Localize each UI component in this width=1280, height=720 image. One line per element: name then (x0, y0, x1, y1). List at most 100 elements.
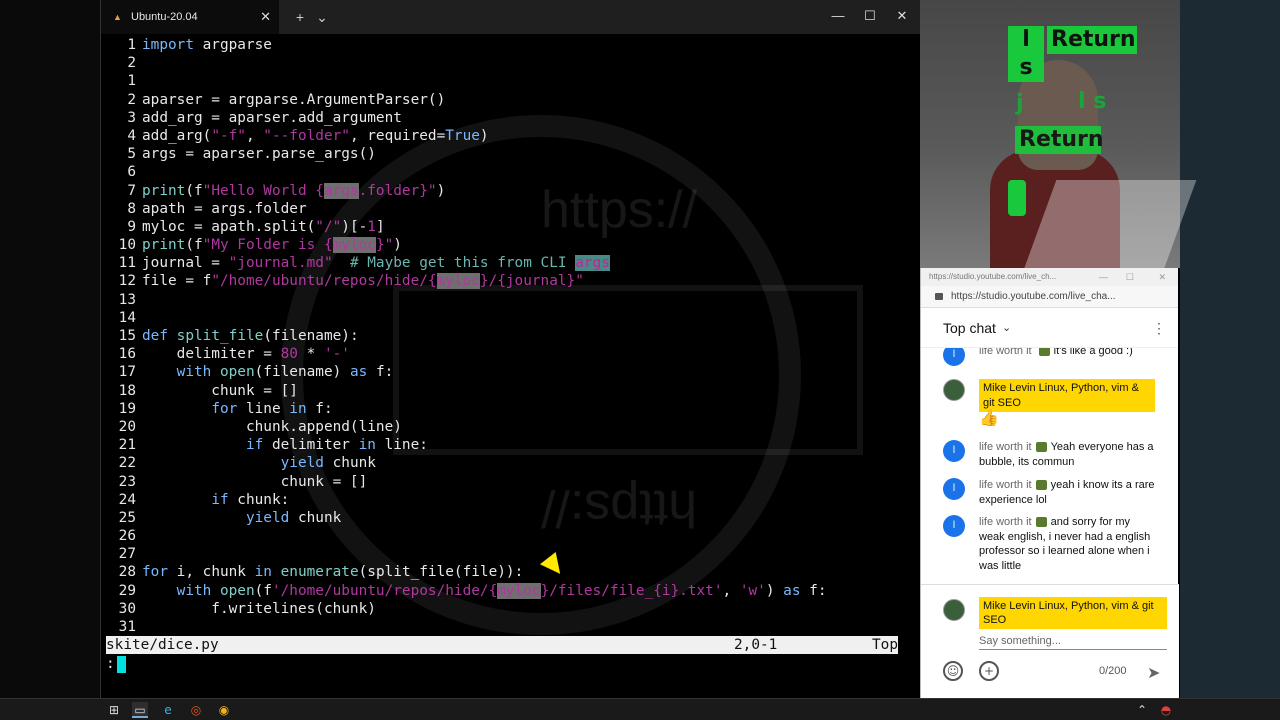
vim-status-line: skite/dice.py 2,0-1 Top (106, 636, 898, 654)
code-line[interactable]: 29 with open(f'/home/ubuntu/repos/hide/{… (106, 582, 918, 600)
code-token: True (445, 127, 480, 144)
chrome-icon[interactable]: ◉ (216, 702, 232, 718)
browser-minimize-icon[interactable]: — (1099, 268, 1108, 286)
code-token: )[- (341, 218, 368, 235)
code-token: f: (367, 364, 394, 381)
code-token: }" (375, 237, 394, 254)
code-line[interactable]: 4 add_arg("-f", "--folder", required=True… (106, 127, 918, 145)
code-line[interactable]: 13 (106, 291, 918, 309)
avatar: l (943, 478, 965, 500)
minimize-button[interactable]: — (823, 8, 853, 23)
code-token: "-f" (211, 127, 246, 144)
code-line[interactable]: 19 for line in f: (106, 400, 918, 418)
new-tab-button[interactable]: + (289, 9, 311, 25)
code-token: for (211, 400, 238, 417)
code-line[interactable]: 21 if delimiter in line: (106, 436, 918, 454)
chat-messages[interactable]: l life worth it it's like a good :) Mike… (921, 348, 1179, 584)
code-line[interactable]: 2 (106, 54, 918, 72)
code-line[interactable]: 3 add_arg = aparser.add_argument (106, 109, 918, 127)
code-line[interactable]: 24 if chunk: (106, 491, 918, 509)
code-token: enumerate (280, 564, 359, 581)
line-number: 5 (127, 146, 136, 163)
vim-editor-buffer[interactable]: 1 import argparse 2 1 2 aparser = argparse.Ar… (106, 36, 918, 636)
emoji-icon[interactable]: ☺ (943, 661, 963, 681)
code-token: as (349, 364, 368, 381)
code-line[interactable]: 16 delimiter = 80 * '-' (106, 345, 918, 363)
code-line[interactable]: 20 chunk.append(line) (106, 418, 918, 436)
code-token: ) (393, 237, 402, 254)
code-token: chunk = [] (142, 382, 298, 399)
text-cursor (116, 655, 126, 673)
code-line[interactable]: 25 yield chunk (106, 509, 918, 527)
line-number: 26 (118, 528, 136, 545)
code-token: as (783, 582, 801, 599)
terminal-taskbar-icon[interactable]: ▭ (132, 702, 148, 718)
code-line[interactable]: 27 (106, 545, 918, 563)
taskbar: ⊞ ▭ e ◎ ◉ ⌃ ◓ (0, 698, 1280, 720)
tab-close-icon[interactable]: ✕ (260, 9, 271, 25)
badge-icon (1035, 517, 1047, 528)
more-options-icon[interactable]: ⋮ (1152, 320, 1166, 337)
tray-expand-icon[interactable]: ⌃ (1134, 702, 1150, 718)
code-line[interactable]: 2 aparser = argparse.ArgumentParser() (106, 91, 918, 109)
code-token: myloc (436, 273, 480, 290)
code-token: ] (375, 218, 385, 235)
line-number: 19 (118, 400, 136, 417)
line-number: 18 (118, 382, 136, 399)
code-line[interactable]: 11 journal = "journal.md" # Maybe get thi… (106, 254, 918, 272)
code-token: myloc = apath.split( (142, 218, 316, 235)
tab-dropdown-button[interactable]: ⌄ (311, 9, 333, 26)
chat-title[interactable]: Top chat (943, 320, 996, 336)
code-token: ) (479, 127, 489, 144)
code-line[interactable]: 7 print(f"Hello World {args.folder}") (106, 182, 918, 200)
code-line[interactable]: 15 def split_file(filename): (106, 327, 918, 345)
close-button[interactable]: ✕ (887, 8, 917, 24)
browser-maximize-icon[interactable]: ☐ (1126, 268, 1134, 286)
line-number: 29 (118, 582, 136, 599)
windows-start-icon[interactable]: ⊞ (106, 702, 122, 718)
send-icon[interactable]: ➤ (1147, 663, 1160, 682)
code-line[interactable]: 26 (106, 527, 918, 545)
chevron-down-icon[interactable]: ⌄ (1002, 321, 1011, 334)
code-line[interactable]: 6 (106, 163, 918, 181)
tray-app-icon[interactable]: ◓ (1158, 702, 1174, 718)
code-line[interactable]: 5 args = aparser.parse_args() (106, 145, 918, 163)
code-line[interactable]: 1 (106, 72, 918, 90)
code-line[interactable]: 18 chunk = [] (106, 382, 918, 400)
browser-titlebar[interactable]: https://studio.youtube.com/live_ch... — … (921, 268, 1178, 286)
vim-command-line[interactable]: : (106, 655, 126, 673)
browser-close-icon[interactable]: ✕ (1158, 268, 1166, 286)
chat-input[interactable]: Say something... (979, 635, 1167, 650)
address-bar[interactable]: https://studio.youtube.com/live_cha... (921, 286, 1178, 308)
code-line[interactable]: 8 apath = args.folder (106, 200, 918, 218)
thumbs-up-icon: 👍 (979, 410, 999, 427)
code-line[interactable]: 28 for i, chunk in enumerate(split_file(f… (106, 563, 918, 581)
code-line[interactable]: 1 import argparse (106, 36, 918, 54)
message-author: life worth it (979, 348, 1032, 357)
status-scroll: Top (872, 637, 898, 653)
code-token: (f (185, 182, 203, 199)
code-line[interactable]: 30 f.writelines(chunk) (106, 600, 918, 618)
code-line[interactable]: 12 file = f"/home/ubuntu/repos/hide/{mylo… (106, 272, 918, 290)
code-line[interactable]: 22 yield chunk (106, 454, 918, 472)
edge-icon[interactable]: e (160, 702, 176, 718)
code-token: in (358, 437, 376, 454)
code-line[interactable]: 9 myloc = apath.split("/")[-1] (106, 218, 918, 236)
code-token: 'w' (739, 582, 766, 599)
code-line[interactable]: 14 (106, 309, 918, 327)
code-line[interactable]: 23 chunk = [] (106, 473, 918, 491)
maximize-button[interactable]: ☐ (855, 8, 885, 24)
code-line[interactable]: 31 (106, 618, 918, 636)
code-token: split_file (176, 328, 264, 344)
youtube-chat-window[interactable]: https://studio.youtube.com/live_ch... — … (920, 268, 1179, 698)
code-line[interactable]: 10 print(f"My Folder is {myloc}") (106, 236, 918, 254)
code-line[interactable]: 17 with open(filename) as f: (106, 363, 918, 381)
terminal-titlebar[interactable]: ▲ Ubuntu-20.04 ✕ + ⌄ — ☐ ✕ (101, 0, 921, 34)
line-number: 30 (118, 600, 136, 617)
add-icon[interactable]: + (979, 661, 999, 681)
ubuntu-icon[interactable]: ◎ (188, 702, 204, 718)
tab-ubuntu[interactable]: ▲ Ubuntu-20.04 ✕ (101, 0, 279, 34)
avatar: l (943, 348, 965, 366)
